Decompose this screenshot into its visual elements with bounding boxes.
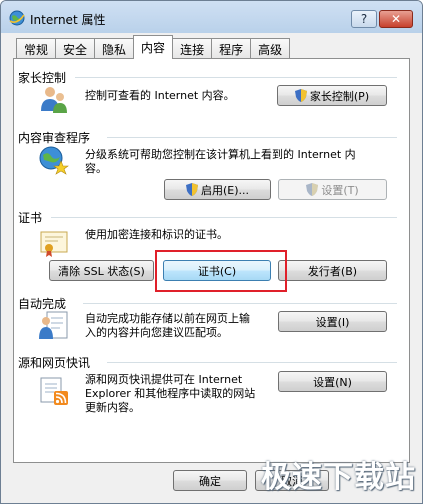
tab-privacy[interactable]: 隐私 (94, 38, 135, 59)
feeds-heading: 源和网页快讯 (18, 356, 91, 370)
certificates-description: 使用加密连接和标识的证书。 (85, 228, 228, 241)
parental-users-icon (41, 87, 67, 113)
ok-button[interactable]: 确定 (173, 470, 247, 491)
parental-control-button-label: 家长控制(P) (309, 89, 370, 103)
enable-button[interactable]: 启用(E)... (164, 179, 271, 200)
feeds-description-line1: 源和网页快讯提供可在 Internet (85, 373, 243, 386)
tab-strip: 常规 安全 隐私 内容 连接 程序 高级 (16, 35, 291, 59)
watermark-text: 极速下载站 (261, 460, 416, 495)
certificate-icon (40, 231, 68, 257)
section-divider (107, 362, 397, 363)
advisor-settings-button-label: 设置(T) (321, 183, 359, 197)
internet-properties-window: Internet 属性 ? ✕ 常规 安全 隐私 内容 连接 程序 高级 家长控… (0, 0, 423, 504)
uac-shield-icon (294, 89, 307, 102)
content-advisor-heading: 内容审查程序 (18, 131, 91, 145)
parental-description: 控制可查看的 Internet 内容。 (85, 89, 235, 102)
publishers-button[interactable]: 发行者(B) (278, 260, 387, 281)
feeds-description-line2: Explorer 和其他程序中读取的网站 (85, 387, 256, 400)
feeds-settings-button[interactable]: 设置(N) (278, 371, 387, 392)
window-title: Internet 属性 (30, 13, 106, 27)
section-divider (107, 137, 397, 138)
tab-connections[interactable]: 连接 (172, 38, 213, 59)
autocomplete-description-line2: 入的内容并向您建议匹配项。 (85, 326, 228, 339)
parental-control-button[interactable]: 家长控制(P) (277, 85, 387, 106)
autocomplete-settings-button[interactable]: 设置(I) (278, 311, 387, 332)
content-advisor-description-line1: 分级系统可帮助您控制在该计算机上看到的 Internet 内 (85, 148, 356, 161)
section-divider (75, 77, 397, 78)
tab-content[interactable]: 内容 (133, 35, 174, 59)
tab-programs[interactable]: 程序 (211, 38, 252, 59)
title-bar: Internet 属性 ? ✕ (1, 1, 422, 33)
clear-ssl-state-button[interactable]: 清除 SSL 状态(S) (49, 260, 154, 281)
autocomplete-description-line1: 自动完成功能存储以前在网页上输 (85, 312, 250, 325)
tab-security[interactable]: 安全 (55, 38, 96, 59)
tab-general[interactable]: 常规 (16, 38, 57, 59)
uac-shield-icon (306, 183, 319, 196)
content-advisor-description-line2: 容。 (85, 162, 107, 175)
enable-button-label: 启用(E)... (200, 183, 250, 197)
certificates-heading: 证书 (18, 211, 43, 225)
rss-feed-icon (40, 377, 68, 405)
content-advisor-globe-icon (39, 146, 69, 175)
internet-globe-icon (9, 10, 25, 26)
section-divider (83, 303, 397, 304)
section-divider (51, 217, 397, 218)
autocomplete-form-icon (39, 311, 68, 339)
advisor-settings-button[interactable]: 设置(T) (278, 179, 387, 200)
close-icon: ✕ (390, 12, 402, 26)
tab-advanced[interactable]: 高级 (250, 38, 291, 59)
feeds-description-line3: 更新内容。 (85, 401, 140, 414)
highlight-box (155, 250, 287, 292)
uac-shield-icon (185, 183, 198, 196)
close-button[interactable]: ✕ (379, 10, 413, 28)
help-button[interactable]: ? (351, 10, 377, 28)
help-icon: ? (360, 12, 368, 26)
